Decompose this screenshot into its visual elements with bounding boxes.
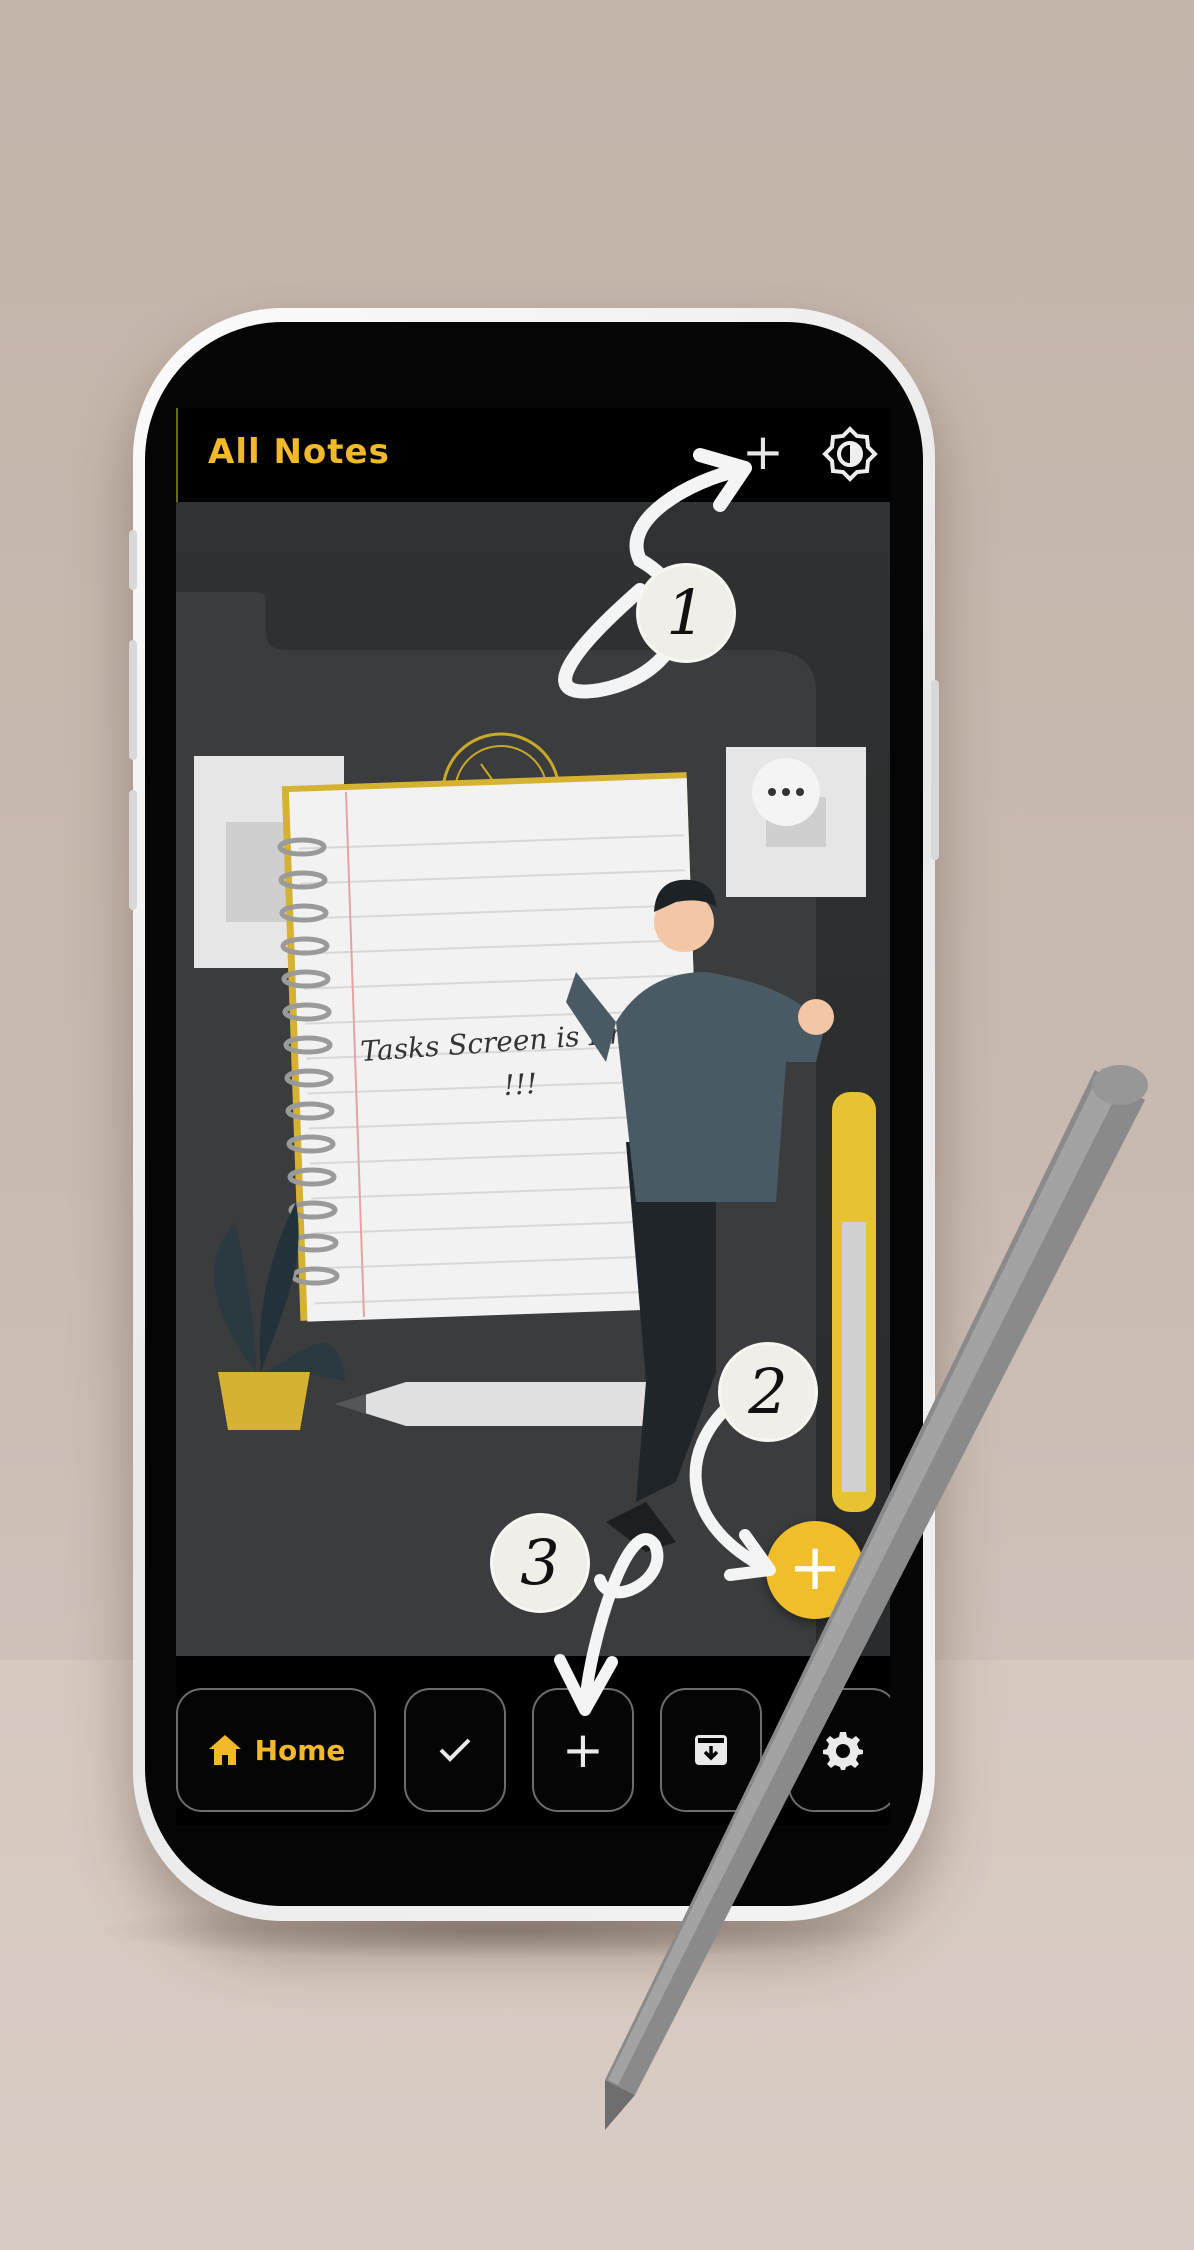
side-button: [129, 530, 137, 590]
callout-1: 1: [636, 563, 736, 663]
nav-tasks-button[interactable]: [404, 1688, 506, 1812]
plus-icon: +: [742, 423, 784, 481]
check-icon: [439, 1738, 471, 1762]
nav-archive-button[interactable]: [660, 1688, 762, 1812]
callout-number: 1: [666, 576, 706, 649]
archive-icon: [695, 1735, 727, 1765]
nav-settings-button[interactable]: [788, 1688, 890, 1812]
theme-toggle-button[interactable]: [822, 426, 878, 482]
side-button: [931, 680, 939, 860]
plus-icon: +: [788, 1531, 842, 1605]
add-note-button[interactable]: +: [738, 427, 788, 478]
home-icon: [208, 1735, 241, 1765]
nav-home-button[interactable]: Home: [176, 1688, 376, 1812]
nav-add-button[interactable]: +: [532, 1688, 634, 1812]
top-app-bar: All Notes +: [176, 408, 890, 502]
empty-state-illustration: Tasks Screen is Empty !!!: [176, 592, 876, 1664]
empty-state-area: Tasks Screen is Empty !!!: [176, 502, 890, 1664]
callout-number: 3: [520, 1526, 560, 1599]
callout-number: 2: [748, 1355, 788, 1428]
brightness-icon: [822, 426, 878, 482]
side-button: [129, 790, 137, 910]
callout-2: 2: [718, 1342, 818, 1442]
bottom-navigation: Home +: [176, 1656, 890, 1825]
add-task-fab[interactable]: +: [766, 1521, 864, 1619]
callout-3: 3: [490, 1513, 590, 1613]
nav-home-label: Home: [254, 1733, 346, 1767]
side-button: [129, 640, 137, 760]
plus-icon: +: [562, 1721, 604, 1779]
page-title: All Notes: [208, 432, 390, 472]
empty-state-exclaim: !!!: [502, 1067, 538, 1102]
gear-icon: [823, 1732, 863, 1770]
